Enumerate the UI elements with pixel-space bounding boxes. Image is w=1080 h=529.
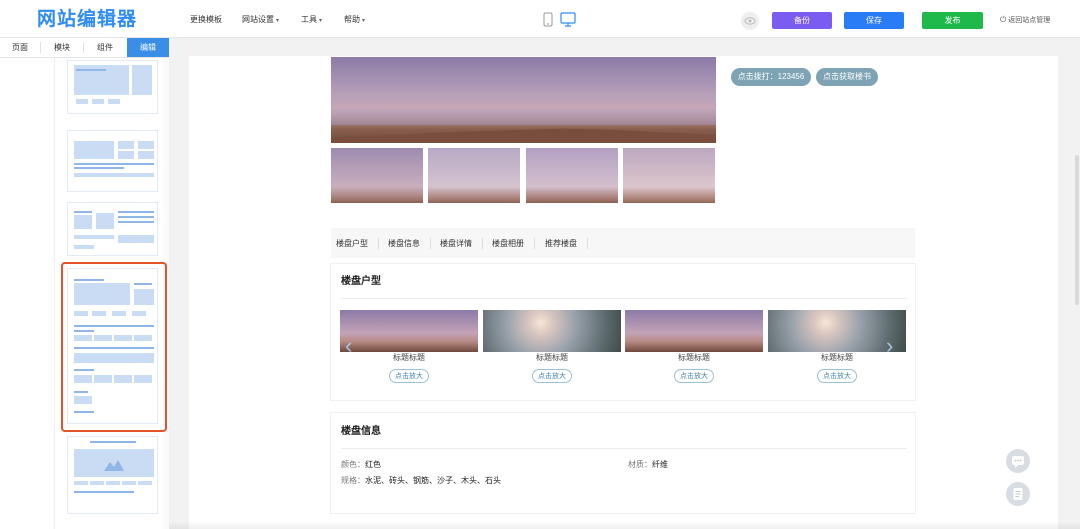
floor-plan-image-2[interactable] <box>483 310 621 352</box>
caret-down-icon: ▾ <box>319 18 323 24</box>
tab-edit[interactable]: 编辑 <box>127 38 169 57</box>
back-to-site-management[interactable]: ⏻ 返回站点管理 <box>1000 15 1050 26</box>
nav-divider <box>587 238 588 249</box>
app-logo: 网站编辑器 <box>37 8 138 30</box>
page-strip <box>0 58 55 529</box>
nav-divider <box>378 238 379 249</box>
divider <box>341 298 907 299</box>
info-material: 材质：纤维 <box>628 460 668 469</box>
divider <box>341 448 907 449</box>
desktop-view-icon[interactable] <box>560 12 576 27</box>
publish-button[interactable]: 发布 <box>922 12 983 29</box>
call-button[interactable]: 点击拨打：123456 <box>731 68 811 86</box>
notes-button[interactable] <box>1006 482 1030 506</box>
template-thumbnail-3[interactable] <box>67 202 158 256</box>
zoom-button-3[interactable]: 点击放大 <box>674 369 714 383</box>
nav-divider <box>482 238 483 249</box>
tab-pages[interactable]: 页面 <box>0 38 40 57</box>
chat-icon <box>1012 456 1024 468</box>
zoom-button-1[interactable]: 点击放大 <box>389 369 429 383</box>
template-thumbnail-2[interactable] <box>67 130 158 192</box>
info-spec: 规格：水泥、砖头、钢筋、沙子、木头、石头 <box>341 476 501 485</box>
document-icon <box>1013 488 1023 500</box>
eye-icon <box>744 17 756 25</box>
menu-change-template[interactable]: 更换模板 <box>190 15 222 25</box>
menu-site-settings[interactable]: 网站设置 ▾ <box>242 15 279 26</box>
get-brochure-button[interactable]: 点击获取楼书 <box>816 68 878 86</box>
floor-plan-label-3: 标题标题 <box>678 353 710 362</box>
building-info-title: 楼盘信息 <box>341 426 381 437</box>
info-color: 颜色：红色 <box>341 460 381 469</box>
tab-components[interactable]: 组件 <box>84 38 126 57</box>
floor-plan-label-2: 标题标题 <box>536 353 568 362</box>
mobile-view-icon[interactable] <box>543 12 553 27</box>
panel-tabs: 页面 模块 组件 编辑 <box>0 38 169 58</box>
menu-help[interactable]: 帮助 ▾ <box>344 15 365 26</box>
caret-down-icon: ▾ <box>362 18 366 24</box>
nav-divider <box>534 238 535 249</box>
power-icon: ⏻ <box>1000 15 1007 24</box>
tab-modules[interactable]: 模块 <box>41 38 83 57</box>
building-info-section <box>331 413 915 513</box>
backup-button[interactable]: 备份 <box>772 12 832 29</box>
menu-tools[interactable]: 工具 ▾ <box>301 15 322 26</box>
floor-plan-title: 楼盘户型 <box>341 276 381 287</box>
top-toolbar: 网站编辑器 更换模板 网站设置 ▾ 工具 ▾ 帮助 ▾ 备份 保存 发布 ⏻ 返回站点… <box>0 0 1080 38</box>
selected-template-highlight <box>61 262 167 432</box>
caret-down-icon: ▾ <box>276 18 280 24</box>
gallery-thumb-2[interactable] <box>428 148 520 203</box>
nav-divider <box>430 238 431 249</box>
template-thumbnail-1[interactable] <box>67 60 158 114</box>
mountain-image-icon <box>104 460 124 471</box>
canvas-scrollbar[interactable] <box>1075 155 1079 305</box>
floor-plan-image-1[interactable] <box>340 310 478 352</box>
nav-recommended[interactable]: 推荐楼盘 <box>545 239 577 249</box>
floor-plan-label-1: 标题标题 <box>393 353 425 362</box>
save-button[interactable]: 保存 <box>844 12 904 29</box>
preview-button[interactable] <box>741 12 759 30</box>
gallery-thumb-3[interactable] <box>526 148 618 203</box>
bottom-edge <box>169 521 1080 529</box>
nav-building-album[interactable]: 楼盘相册 <box>492 239 524 249</box>
zoom-button-4[interactable]: 点击放大 <box>817 369 857 383</box>
floor-plan-image-3[interactable] <box>625 310 763 352</box>
chat-button[interactable] <box>1006 449 1030 473</box>
template-thumbnail-5[interactable] <box>67 436 158 514</box>
gallery-thumb-4[interactable] <box>623 148 715 203</box>
nav-building-details[interactable]: 楼盘详情 <box>440 239 472 249</box>
nav-building-info[interactable]: 楼盘信息 <box>388 239 420 249</box>
nav-floor-plan[interactable]: 楼盘户型 <box>336 239 368 249</box>
gallery-thumb-1[interactable] <box>331 148 423 203</box>
floor-plan-label-4: 标题标题 <box>821 353 853 362</box>
hero-image[interactable] <box>331 57 716 143</box>
zoom-button-2[interactable]: 点击放大 <box>532 369 572 383</box>
